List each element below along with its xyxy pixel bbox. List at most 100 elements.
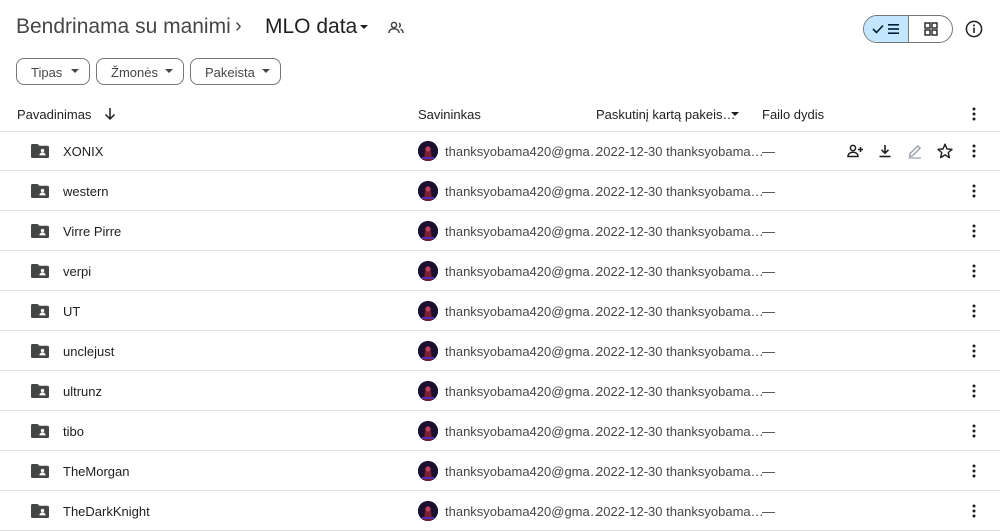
avatar-image <box>418 261 438 281</box>
star-icon[interactable] <box>936 142 954 160</box>
breadcrumb-root[interactable]: Bendrinama su manimi <box>16 15 231 39</box>
table-row[interactable]: XONIX thanksyobama420@gma… 2022-12-30 than… <box>0 131 1000 171</box>
info-icon[interactable] <box>964 19 984 39</box>
more-options-icon[interactable] <box>966 383 982 399</box>
owner-avatar <box>418 421 438 441</box>
more-options-icon[interactable] <box>966 303 982 319</box>
owner-avatar <box>418 341 438 361</box>
avatar-image <box>418 381 438 401</box>
file-name[interactable]: UT <box>63 304 80 319</box>
avatar-image <box>418 141 438 161</box>
owner-email: thanksyobama420@gma… <box>445 144 603 159</box>
table-row[interactable]: ultrunz thanksyobama420@gma… 2022-12-30 th… <box>0 371 1000 411</box>
more-options-icon[interactable] <box>966 463 982 479</box>
file-size: — <box>762 384 775 399</box>
download-icon[interactable] <box>876 142 894 160</box>
filter-modified-chip[interactable]: Pakeista <box>190 58 281 85</box>
owner-email: thanksyobama420@gma… <box>445 504 603 519</box>
more-options-icon[interactable] <box>966 503 982 519</box>
column-size[interactable]: Failo dydis <box>762 107 824 122</box>
last-modified: 2022-12-30 thanksyobama… <box>596 344 764 359</box>
file-name[interactable]: tibo <box>63 424 84 439</box>
file-name[interactable]: ultrunz <box>63 384 102 399</box>
last-modified: 2022-12-30 thanksyobama… <box>596 384 764 399</box>
shared-folder-icon <box>31 144 49 158</box>
column-header-row: Pavadinimas Savininkas Paskutinį kartą p… <box>0 97 1000 132</box>
chevron-down-icon[interactable] <box>731 112 739 118</box>
grid-view-button[interactable] <box>909 16 952 42</box>
owner-avatar <box>418 141 438 161</box>
file-size: — <box>762 344 775 359</box>
breadcrumb-current-folder[interactable]: MLO data <box>265 15 357 39</box>
more-options-icon[interactable] <box>966 263 982 279</box>
owner-avatar <box>418 501 438 521</box>
sort-down-arrow-icon[interactable] <box>103 107 117 121</box>
shared-folder-icon <box>31 184 49 198</box>
table-row[interactable]: TheDarkKnight thanksyobama420@gma… 2022-12… <box>0 491 1000 531</box>
table-row[interactable]: unclejust thanksyobama420@gma… 2022-12-30 … <box>0 331 1000 371</box>
owner-email: thanksyobama420@gma… <box>445 464 603 479</box>
last-modified: 2022-12-30 thanksyobama… <box>596 264 764 279</box>
file-name[interactable]: TheMorgan <box>63 464 129 479</box>
file-name[interactable]: Virre Pirre <box>63 224 121 239</box>
chevron-down-icon <box>165 69 173 73</box>
table-row[interactable]: tibo thanksyobama420@gma… 2022-12-30 thank… <box>0 411 1000 451</box>
shared-folder-icon <box>31 224 49 238</box>
view-toggle <box>863 15 953 43</box>
avatar-image <box>418 461 438 481</box>
file-size: — <box>762 144 775 159</box>
column-owner[interactable]: Savininkas <box>418 107 481 122</box>
table-row[interactable]: western thanksyobama420@gma… 2022-12-30 th… <box>0 171 1000 211</box>
shared-folder-icon <box>31 304 49 318</box>
more-options-icon[interactable] <box>966 183 982 199</box>
more-options-icon[interactable] <box>966 343 982 359</box>
more-options-icon[interactable] <box>966 106 982 122</box>
add-person-icon[interactable] <box>846 142 864 160</box>
owner-avatar <box>418 221 438 241</box>
owner-email: thanksyobama420@gma… <box>445 184 603 199</box>
more-options-icon[interactable] <box>966 143 982 159</box>
grid-icon <box>924 22 938 36</box>
shared-folder-icon <box>31 464 49 478</box>
breadcrumb-separator: › <box>235 15 242 37</box>
owner-avatar <box>418 181 438 201</box>
file-size: — <box>762 504 775 519</box>
avatar-image <box>418 301 438 321</box>
file-size: — <box>762 264 775 279</box>
file-name[interactable]: unclejust <box>63 344 114 359</box>
avatar-image <box>418 421 438 441</box>
avatar-image <box>418 181 438 201</box>
column-modified[interactable]: Paskutinį kartą pakeis… <box>596 107 735 122</box>
last-modified: 2022-12-30 thanksyobama… <box>596 304 764 319</box>
filter-people-chip[interactable]: Žmonės <box>96 58 184 85</box>
last-modified: 2022-12-30 thanksyobama… <box>596 224 764 239</box>
shared-people-icon <box>388 21 404 34</box>
list-view-button[interactable] <box>864 16 909 42</box>
file-name[interactable]: XONIX <box>63 144 103 159</box>
caret-down-icon[interactable] <box>357 20 371 34</box>
file-name[interactable]: western <box>63 184 109 199</box>
filter-modified-label: Pakeista <box>205 65 255 80</box>
filter-type-chip[interactable]: Tipas <box>16 58 90 85</box>
header: Bendrinama su manimi › MLO data <box>0 0 1000 56</box>
table-row[interactable]: Virre Pirre thanksyobama420@gma… 2022-12-3… <box>0 211 1000 251</box>
column-name[interactable]: Pavadinimas <box>17 107 91 122</box>
filter-type-label: Tipas <box>31 65 63 80</box>
owner-email: thanksyobama420@gma… <box>445 344 603 359</box>
owner-email: thanksyobama420@gma… <box>445 384 603 399</box>
table-row[interactable]: TheMorgan thanksyobama420@gma… 2022-12-30 … <box>0 451 1000 491</box>
edit-icon <box>908 144 922 159</box>
more-options-icon[interactable] <box>966 223 982 239</box>
shared-folder-icon <box>31 264 49 278</box>
file-name[interactable]: TheDarkKnight <box>63 504 150 519</box>
check-list-icon <box>872 24 899 34</box>
file-name[interactable]: verpi <box>63 264 91 279</box>
last-modified: 2022-12-30 thanksyobama… <box>596 184 764 199</box>
more-options-icon[interactable] <box>966 423 982 439</box>
owner-avatar <box>418 461 438 481</box>
chevron-down-icon <box>71 69 79 73</box>
table-row[interactable]: UT thanksyobama420@gma… 2022-12-30 thanksy… <box>0 291 1000 331</box>
owner-email: thanksyobama420@gma… <box>445 264 603 279</box>
table-row[interactable]: verpi thanksyobama420@gma… 2022-12-30 than… <box>0 251 1000 291</box>
chevron-down-icon <box>262 69 270 73</box>
